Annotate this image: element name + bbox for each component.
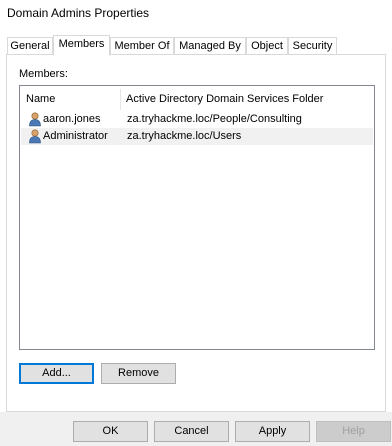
tab-member-of[interactable]: Member Of [110, 37, 174, 54]
user-icon [28, 112, 42, 127]
member-name: Administrator [43, 130, 108, 142]
remove-button[interactable]: Remove [101, 363, 176, 384]
window-title: Domain Admins Properties [7, 6, 150, 20]
add-button[interactable]: Add... [19, 363, 94, 384]
member-folder: za.tryhackme.loc/People/Consulting [127, 113, 302, 125]
cancel-button[interactable]: Cancel [154, 421, 229, 442]
ok-button[interactable]: OK [73, 421, 148, 442]
tab-security[interactable]: Security [288, 37, 337, 54]
members-list[interactable]: Name Active Directory Domain Services Fo… [19, 85, 375, 350]
member-folder: za.tryhackme.loc/Users [127, 130, 242, 142]
user-icon [28, 129, 42, 144]
apply-button[interactable]: Apply [235, 421, 310, 442]
tab-managed-by[interactable]: Managed By [174, 37, 246, 54]
members-label: Members: [19, 68, 68, 80]
tab-members[interactable]: Members [53, 35, 110, 56]
tab-object[interactable]: Object [246, 37, 288, 54]
tab-strip: General Members Member Of Managed By Obj… [7, 35, 392, 56]
member-name: aaron.jones [43, 113, 101, 125]
list-item[interactable]: aaron.jones za.tryhackme.loc/People/Cons… [21, 111, 373, 128]
help-button[interactable]: Help [316, 421, 391, 442]
list-item[interactable]: Administrator za.tryhackme.loc/Users [21, 128, 373, 145]
title-bar: Domain Admins Properties [0, 0, 392, 28]
column-header-folder[interactable]: Active Directory Domain Services Folder [120, 89, 374, 110]
tab-general[interactable]: General [7, 37, 53, 54]
column-header-name[interactable]: Name [20, 89, 120, 110]
